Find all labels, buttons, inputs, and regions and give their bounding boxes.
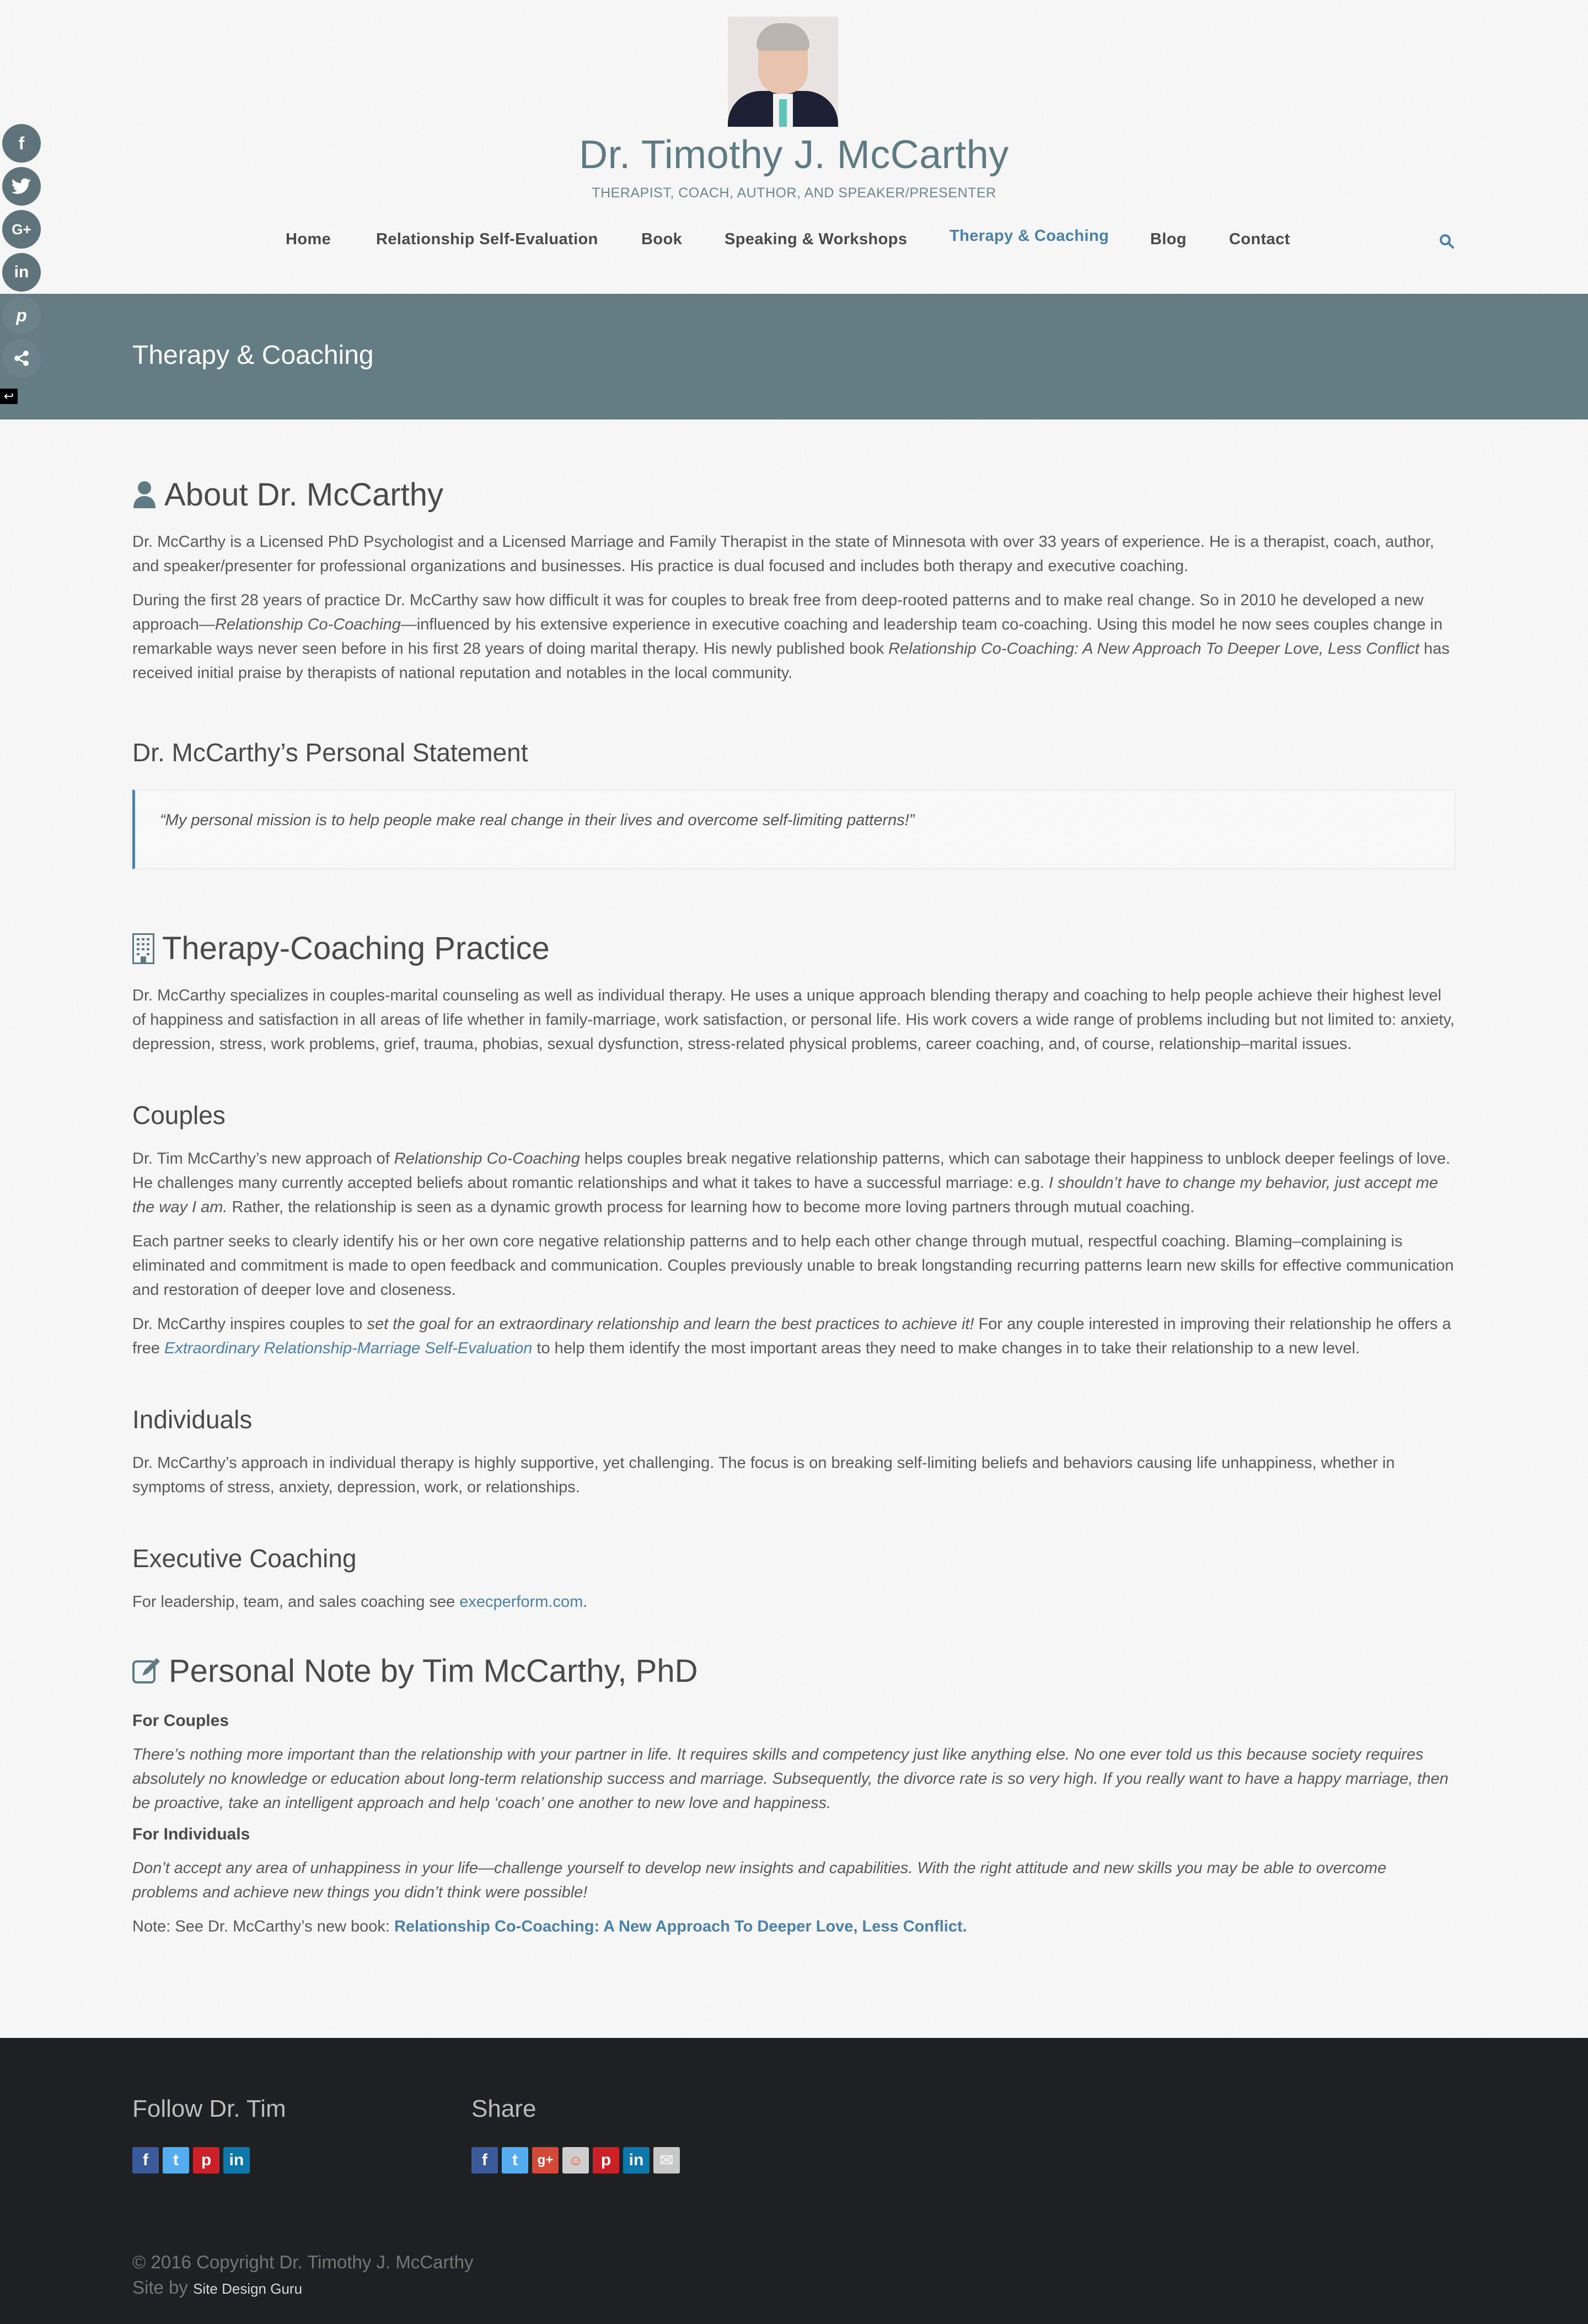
for-couples-heading: For Couples xyxy=(132,1712,229,1730)
personal-statement-quote: “My personal mission is to help people m… xyxy=(132,789,1456,869)
nav-relationship-self-evaluation[interactable]: Relationship Self-Evaluation xyxy=(376,230,598,249)
practice-heading: Therapy-Coaching Practice xyxy=(132,930,1456,967)
email-share-footer-icon[interactable]: ✉ xyxy=(653,2147,680,2174)
personal-statement-section: Dr. McCarthy’s Personal Statement “My pe… xyxy=(132,738,1456,869)
main-content: About Dr. McCarthy Dr. McCarthy is a Lic… xyxy=(132,419,1456,1939)
personal-note-heading: Personal Note by Tim McCarthy, PhD xyxy=(132,1653,1456,1690)
self-evaluation-link[interactable]: Extraordinary Relationship-Marriage Self… xyxy=(164,1339,532,1357)
site-design-guru-link[interactable]: Site Design Guru xyxy=(193,2280,302,2297)
practice-paragraph: Dr. McCarthy specializes in couples-mari… xyxy=(132,987,1455,1053)
linkedin-share-footer-icon[interactable]: in xyxy=(623,2147,650,2174)
twitter-follow-icon[interactable]: t xyxy=(163,2147,189,2174)
reddit-share-footer-icon[interactable]: ☺ xyxy=(562,2147,589,2174)
couples-paragraph-2: Each partner seeks to clearly identify h… xyxy=(132,1233,1454,1299)
share-icon[interactable] xyxy=(2,339,41,378)
couples-heading: Couples xyxy=(132,1101,226,1129)
personal-note-heading-text: Personal Note by Tim McCarthy, PhD xyxy=(169,1653,698,1689)
couples-paragraph-3: Dr. McCarthy inspires couples to set the… xyxy=(132,1315,1451,1357)
building-icon xyxy=(132,933,154,964)
google-plus-share-icon[interactable]: G+ xyxy=(2,210,41,249)
user-icon xyxy=(132,481,157,509)
quote-text: “My personal mission is to help people m… xyxy=(160,811,915,829)
twitter-share-footer-icon[interactable]: t xyxy=(502,2147,528,2174)
search-icon[interactable] xyxy=(1439,234,1455,249)
page-title: Therapy & Coaching xyxy=(132,341,374,370)
floating-social-bar: f G+ in p ↩ xyxy=(0,124,44,404)
about-heading-text: About Dr. McCarthy xyxy=(164,477,444,513)
practice-section: Therapy-Coaching Practice Dr. McCarthy s… xyxy=(132,930,1456,1056)
executive-coaching-paragraph: For leadership, team, and sales coaching… xyxy=(132,1593,588,1611)
individuals-section: Individuals Dr. McCarthy’s approach in i… xyxy=(132,1405,1456,1499)
personal-note-section: Personal Note by Tim McCarthy, PhD For C… xyxy=(132,1653,1456,1939)
executive-coaching-section: Executive Coaching For leadership, team,… xyxy=(132,1543,1456,1614)
main-nav: Home Relationship Self-Evaluation Book S… xyxy=(0,227,1588,258)
book-link[interactable]: Relationship Co-Coaching: A New Approach… xyxy=(394,1918,967,1935)
copyright: © 2016 Copyright Dr. Timothy J. McCarthy xyxy=(132,2252,474,2272)
pinterest-share-icon[interactable]: p xyxy=(2,296,41,335)
follow-icons: f t p in xyxy=(132,2147,250,2174)
nav-speaking-workshops[interactable]: Speaking & Workshops xyxy=(725,230,907,249)
individuals-paragraph: Dr. McCarthy’s approach in individual th… xyxy=(132,1454,1395,1496)
nav-home[interactable]: Home xyxy=(286,230,331,249)
follow-heading: Follow Dr. Tim xyxy=(132,2095,286,2122)
portrait-photo xyxy=(728,17,838,127)
executive-coaching-heading: Executive Coaching xyxy=(132,1544,357,1573)
twitter-share-icon[interactable] xyxy=(2,167,41,206)
facebook-follow-icon[interactable]: f xyxy=(132,2147,159,2174)
site-tagline: THERAPIST, COACH, AUTHOR, AND SPEAKER/PR… xyxy=(592,185,996,201)
about-section: About Dr. McCarthy Dr. McCarthy is a Lic… xyxy=(132,476,1456,685)
nav-therapy-coaching[interactable]: Therapy & Coaching xyxy=(949,227,1109,245)
share-heading: Share xyxy=(471,2095,537,2122)
facebook-share-footer-icon[interactable]: f xyxy=(471,2147,498,2174)
about-heading: About Dr. McCarthy xyxy=(132,476,1456,513)
about-paragraph-2: During the first 28 years of practice Dr… xyxy=(132,591,1450,682)
google-plus-share-footer-icon[interactable]: g+ xyxy=(532,2147,559,2174)
couples-section: Couples Dr. Tim McCarthy’s new approach … xyxy=(132,1100,1456,1360)
book-note: Note: See Dr. McCarthy’s new book: Relat… xyxy=(132,1918,967,1935)
for-individuals-heading: For Individuals xyxy=(132,1825,250,1843)
page-title-band: Therapy & Coaching xyxy=(0,294,1588,419)
nav-contact[interactable]: Contact xyxy=(1229,230,1290,249)
about-paragraph-1: Dr. McCarthy is a Licensed PhD Psycholog… xyxy=(132,533,1434,575)
share-icons: f t g+ ☺ p in ✉ xyxy=(471,2147,680,2174)
edit-icon xyxy=(132,1658,161,1685)
nav-blog[interactable]: Blog xyxy=(1150,230,1187,249)
practice-heading-text: Therapy-Coaching Practice xyxy=(162,930,550,966)
for-individuals-text: Don’t accept any area of unhappiness in … xyxy=(132,1859,1387,1901)
for-couples-text: There’s nothing more important than the … xyxy=(132,1746,1448,1812)
pinterest-share-footer-icon[interactable]: p xyxy=(593,2147,619,2174)
arrow-return-icon[interactable]: ↩ xyxy=(0,389,18,404)
site-title[interactable]: Dr. Timothy J. McCarthy xyxy=(0,132,1588,177)
execperform-link[interactable]: execperform.com xyxy=(459,1593,583,1611)
personal-statement-heading: Dr. McCarthy’s Personal Statement xyxy=(132,738,528,767)
individuals-heading: Individuals xyxy=(132,1405,253,1434)
couples-paragraph-1: Dr. Tim McCarthy’s new approach of Relat… xyxy=(132,1150,1451,1216)
pinterest-follow-icon[interactable]: p xyxy=(193,2147,219,2174)
facebook-share-icon[interactable]: f xyxy=(2,124,41,163)
site-credit: Site by Site Design Guru xyxy=(132,2277,303,2298)
linkedin-follow-icon[interactable]: in xyxy=(223,2147,250,2174)
nav-book[interactable]: Book xyxy=(641,230,682,249)
linkedin-share-icon[interactable]: in xyxy=(2,253,41,292)
site-header: Dr. Timothy J. McCarthy THERAPIST, COACH… xyxy=(0,0,1588,294)
